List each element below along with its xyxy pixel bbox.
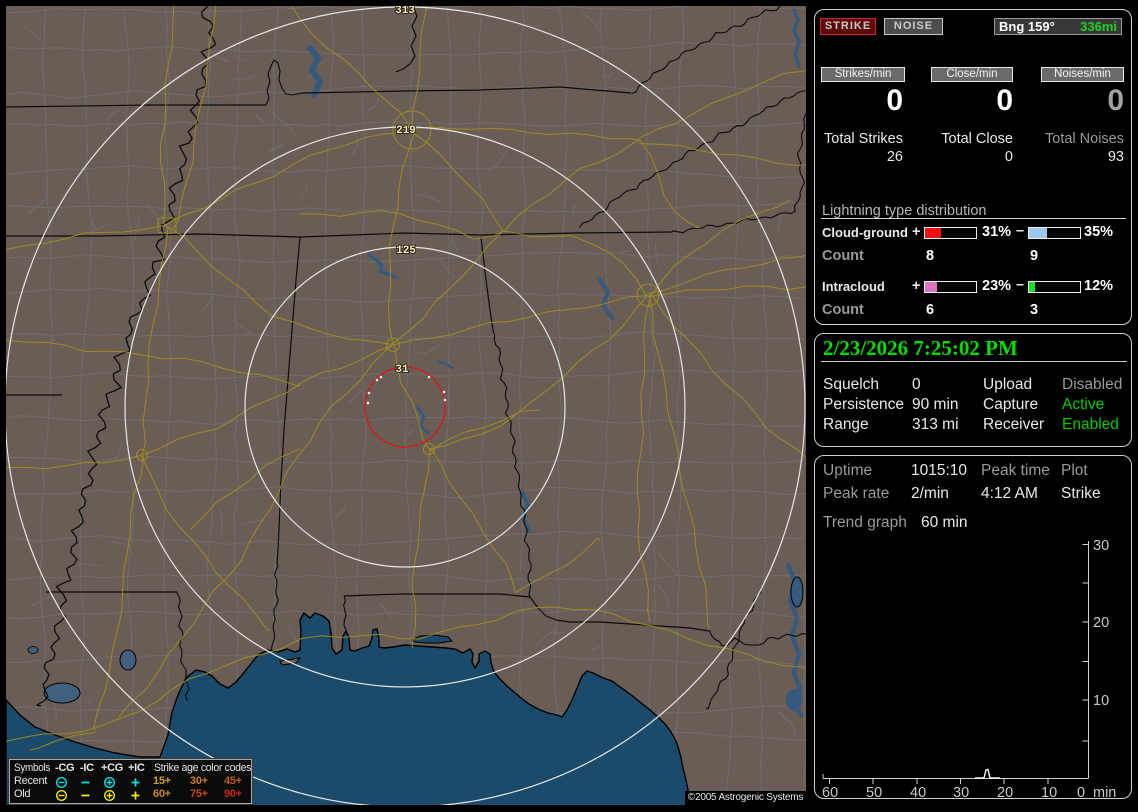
svg-text:313: 313 xyxy=(395,6,415,17)
svg-text:60: 60 xyxy=(822,785,838,798)
svg-text:40: 40 xyxy=(910,785,926,798)
svg-text:10: 10 xyxy=(1041,785,1057,798)
svg-text:30: 30 xyxy=(953,785,969,798)
svg-text:20: 20 xyxy=(1093,615,1109,631)
svg-text:30: 30 xyxy=(1093,538,1109,554)
svg-text:31: 31 xyxy=(395,364,409,376)
svg-text:219: 219 xyxy=(396,125,416,137)
svg-text:20: 20 xyxy=(997,785,1013,798)
svg-text:min: min xyxy=(1093,785,1116,798)
svg-text:0: 0 xyxy=(1077,785,1085,798)
svg-text:10: 10 xyxy=(1093,693,1109,709)
svg-text:50: 50 xyxy=(866,785,882,798)
svg-text:125: 125 xyxy=(396,245,416,257)
